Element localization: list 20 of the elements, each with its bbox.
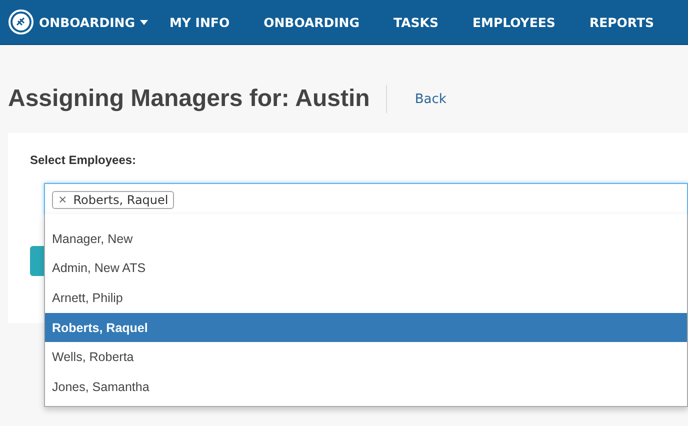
remove-tag-button[interactable]: ×	[58, 193, 68, 206]
logo-icon	[8, 9, 34, 35]
dropdown-option[interactable]: Arnett, Philip	[45, 283, 687, 313]
nav-link[interactable]: REPORTS	[589, 14, 654, 30]
dropdown-option[interactable]: Admin, New ATS	[45, 254, 687, 284]
back-link[interactable]: Back	[414, 92, 446, 106]
dropdown-option[interactable]: Manager, New	[45, 224, 687, 254]
nav-link[interactable]: ONBOARDING	[264, 14, 360, 30]
page-title: Assigning Managers for: Austin	[8, 85, 370, 113]
employee-select-field[interactable]: × Roberts, Raquel	[44, 183, 688, 216]
nav-link[interactable]: MY INFO	[169, 14, 230, 30]
nav-link[interactable]: TASKS	[394, 14, 438, 30]
field-label: Select Employees:	[30, 153, 138, 167]
brand-menu[interactable]: ONBOARDING	[39, 14, 135, 30]
dropdown-option[interactable]: Roberts, Raquel	[45, 312, 687, 342]
dropdown-option[interactable]: Wells, Roberta	[45, 342, 687, 372]
tag-label: Roberts, Raquel	[73, 192, 168, 206]
nav-link[interactable]: EMPLOYEES	[472, 14, 556, 30]
dropdown-option[interactable]: Jones, Samantha	[45, 372, 687, 402]
caret-icon[interactable]	[140, 20, 148, 24]
